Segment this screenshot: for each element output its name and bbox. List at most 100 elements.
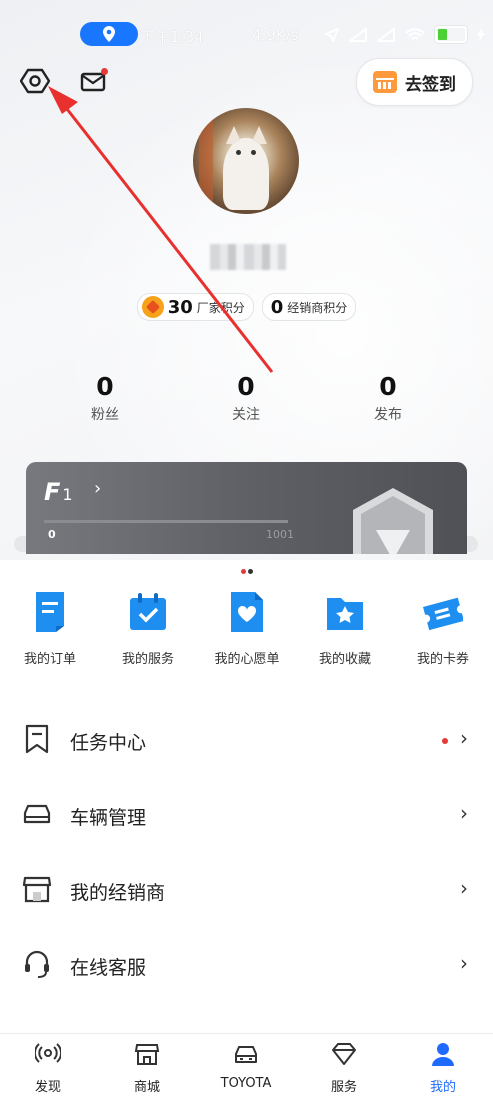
status-time: 下午1:34 — [140, 28, 204, 46]
signal-off-icon — [349, 27, 367, 42]
navigation-arrow-icon — [325, 27, 339, 42]
nav-label: 商城 — [133, 1080, 160, 1095]
pager-dot — [248, 569, 253, 574]
quick-label: 我的订单 — [23, 652, 76, 667]
menu-label: 车辆管理 — [70, 807, 147, 829]
order-icon — [36, 592, 64, 632]
coupon-ticket-icon — [423, 597, 465, 631]
card-pager — [241, 569, 253, 574]
menu-label: 任务中心 — [70, 732, 147, 754]
menu-list: 任务中心 › 车辆管理 › 我的经销商 › 在线客服 › — [0, 702, 493, 1002]
quick-label: 我的服务 — [121, 652, 174, 667]
settings-hexagon-icon — [19, 68, 51, 94]
chevron-right-icon: › — [460, 876, 468, 900]
manufacturer-points-label: 厂家积分 — [196, 300, 245, 315]
points-coin-icon — [141, 296, 164, 318]
wishlist-heart-icon — [231, 592, 263, 632]
quick-actions: 我的订单 我的服务 我的心愿单 我的收藏 我的卡券 — [0, 590, 493, 670]
profile-icon — [432, 1043, 454, 1066]
location-pin-icon — [103, 26, 115, 42]
wifi-icon — [405, 27, 425, 40]
quick-label: 我的收藏 — [318, 652, 371, 667]
service-calendar-icon — [130, 593, 166, 630]
car-front-icon — [235, 1046, 257, 1063]
stat-value: 0 — [379, 372, 397, 401]
quick-my-services[interactable]: 我的服务 — [98, 590, 198, 667]
car-icon — [23, 804, 51, 824]
battery-icon — [435, 26, 467, 43]
nav-mall[interactable]: 商城 — [107, 1042, 187, 1095]
messages-button[interactable] — [80, 68, 108, 94]
status-bar: 下午1:34 4.9K/s — [0, 20, 493, 50]
progress-max: 1001 — [266, 528, 294, 541]
stat-label: 发布 — [374, 407, 402, 423]
quick-my-favorites[interactable]: 我的收藏 — [295, 590, 395, 667]
member-level-logo: F1 — [44, 478, 73, 506]
menu-label: 在线客服 — [70, 957, 147, 979]
quick-my-coupons[interactable]: 我的卡券 — [393, 590, 493, 667]
level-badge-icon — [353, 488, 433, 554]
pager-dot-active — [241, 569, 246, 574]
stat-label: 粉丝 — [91, 407, 119, 423]
location-indicator — [80, 22, 138, 46]
unread-dot — [101, 68, 108, 75]
network-speed: 4.9K/s — [252, 26, 299, 44]
chevron-right-icon: › — [460, 726, 468, 750]
mail-icon — [80, 72, 106, 92]
member-level-card[interactable]: F1 › 0 1001 — [26, 462, 467, 554]
signin-label: 去签到 — [405, 74, 456, 95]
manufacturer-points[interactable]: 30 厂家积分 — [136, 293, 254, 321]
dealer-points-label: 经销商积分 — [287, 300, 348, 315]
dealer-points[interactable]: 0 经销商积分 — [261, 293, 357, 321]
bottom-navigation: 发现 商城 TOYOTA 服务 我的 — [0, 1033, 493, 1100]
menu-vehicle-management[interactable]: 车辆管理 › — [0, 777, 493, 852]
menu-task-center[interactable]: 任务中心 › — [0, 702, 493, 777]
manufacturer-points-value: 30 — [167, 296, 193, 318]
diamond-icon — [332, 1043, 356, 1065]
notification-dot — [442, 738, 448, 744]
avatar[interactable] — [193, 108, 299, 214]
stat-posts[interactable]: 0 发布 — [343, 370, 433, 424]
nav-label: 服务 — [330, 1080, 357, 1095]
points-row: 30 厂家积分 0 经销商积分 — [0, 293, 493, 321]
menu-online-support[interactable]: 在线客服 › — [0, 927, 493, 1002]
settings-button[interactable] — [19, 66, 51, 96]
headset-icon — [25, 950, 49, 978]
daily-signin-button[interactable]: 去签到 — [356, 58, 473, 106]
quick-my-wishlist[interactable]: 我的心愿单 — [197, 590, 297, 667]
nav-profile[interactable]: 我的 — [403, 1042, 483, 1095]
member-level: 1 — [62, 485, 72, 504]
signal-off-icon-2 — [377, 27, 395, 42]
nav-discover[interactable]: 发现 — [8, 1042, 88, 1095]
profile-stats: 0 粉丝 0 关注 0 发布 — [0, 370, 493, 430]
chevron-right-icon: › — [94, 478, 102, 499]
menu-my-dealer[interactable]: 我的经销商 › — [0, 852, 493, 927]
username-blurred — [210, 244, 286, 270]
dealer-points-value: 0 — [270, 296, 284, 318]
nav-label: 发现 — [34, 1080, 61, 1095]
level-progress-bar — [44, 520, 288, 523]
charging-icon — [477, 27, 485, 42]
stat-label: 关注 — [232, 407, 260, 423]
quick-label: 我的卡券 — [416, 652, 469, 667]
nav-label: 我的 — [429, 1080, 456, 1095]
quick-my-orders[interactable]: 我的订单 — [0, 590, 100, 667]
calendar-icon — [373, 71, 397, 93]
store-icon — [22, 876, 52, 903]
favorites-star-icon — [327, 598, 363, 630]
stat-value: 0 — [96, 372, 114, 401]
quick-label: 我的心愿单 — [214, 652, 280, 667]
chevron-right-icon: › — [460, 801, 468, 825]
nav-label: TOYOTA — [220, 1076, 272, 1091]
mall-icon — [134, 1044, 160, 1065]
task-bookmark-icon — [25, 724, 49, 754]
stat-value: 0 — [237, 372, 255, 401]
stat-following[interactable]: 0 关注 — [201, 370, 291, 424]
menu-label: 我的经销商 — [70, 882, 166, 904]
nav-service[interactable]: 服务 — [304, 1042, 384, 1095]
nav-toyota[interactable]: TOYOTA — [206, 1042, 286, 1091]
discover-icon — [33, 1043, 63, 1063]
stat-fans[interactable]: 0 粉丝 — [60, 370, 150, 424]
chevron-right-icon: › — [460, 951, 468, 975]
progress-min: 0 — [48, 528, 56, 541]
